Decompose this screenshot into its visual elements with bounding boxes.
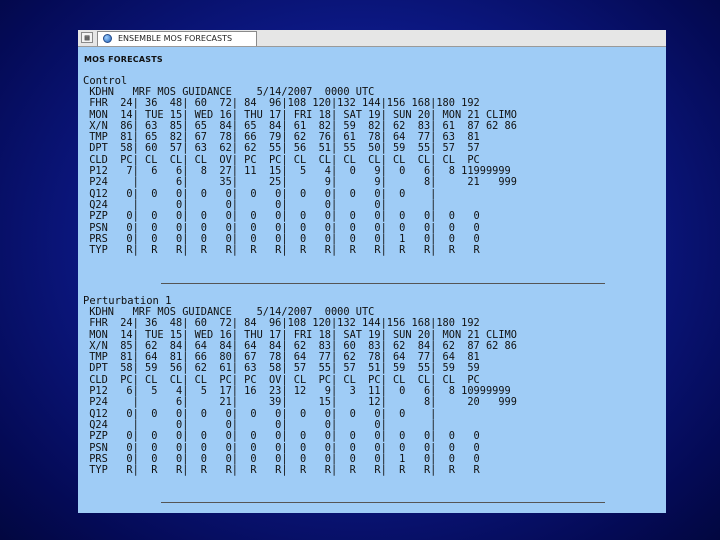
section-perturbation-1: Perturbation 1 KDHN MRF MOS GUIDANCE 5/1… — [83, 295, 517, 476]
tab-bar: ▦ ENSEMBLE MOS FORECASTS — [78, 30, 666, 47]
mos-line: FHR 24| 36 48| 60 72| 84 96|108 120|132 … — [83, 97, 480, 110]
mos-table: KDHN MRF MOS GUIDANCE 5/14/2007 0000 UTC… — [83, 306, 517, 477]
mos-line: CLD PC| CL CL| CL OV| PC PC| CL CL| CL C… — [83, 153, 480, 166]
page-header: MOS FORECASTS — [84, 55, 163, 64]
mos-line: P12 7| 6 6| 8 27| 11 15| 5 4| 0 9| 0 6| … — [83, 165, 511, 178]
tab-label: ENSEMBLE MOS FORECASTS — [118, 34, 233, 43]
divider — [161, 283, 605, 284]
mos-table: KDHN MRF MOS GUIDANCE 5/14/2007 0000 UTC… — [83, 86, 517, 257]
mos-line: DPT 58| 59 56| 62 61| 63 58| 57 55| 57 5… — [83, 362, 480, 375]
mos-line: P12 6| 5 4| 5 17| 16 23| 12 9| 3 11| 0 6… — [83, 385, 511, 398]
mos-line: P24 | 6| 21| 39| 15| 12| 8| 20 999 — [83, 396, 517, 409]
mos-line: PZP 0| 0 0| 0 0| 0 0| 0 0| 0 0| 0 0| 0 0 — [83, 210, 480, 223]
divider — [161, 502, 605, 503]
section-control: Control KDHN MRF MOS GUIDANCE 5/14/2007 … — [83, 75, 517, 256]
mos-line: TYP R| R R| R R| R R| R R| R R| R R| R R — [83, 464, 480, 477]
mos-line: KDHN MRF MOS GUIDANCE 5/14/2007 0000 UTC — [83, 86, 375, 98]
mos-line: MON 14| TUE 15| WED 16| THU 17| FRI 18| … — [83, 328, 517, 341]
globe-icon — [103, 34, 112, 43]
mos-line: Q24 | 0| 0| 0| 0| 0| | — [83, 198, 437, 211]
mos-line: TYP R| R R| R R| R R| R R| R R| R R| R R — [83, 244, 480, 257]
mos-line: PSN 0| 0 0| 0 0| 0 0| 0 0| 0 0| 0 0| 0 0 — [83, 221, 480, 234]
browser-window: ▦ ENSEMBLE MOS FORECASTS MOS FORECASTS C… — [78, 30, 666, 513]
mos-line: Q12 0| 0 0| 0 0| 0 0| 0 0| 0 0| 0 | — [83, 187, 437, 200]
mos-line: CLD PC| CL CL| CL PC| PC OV| CL PC| CL P… — [83, 373, 480, 386]
mos-line: PZP 0| 0 0| 0 0| 0 0| 0 0| 0 0| 0 0| 0 0 — [83, 430, 480, 443]
mos-line: MON 14| TUE 15| WED 16| THU 17| FRI 18| … — [83, 108, 517, 121]
mos-line: DPT 58| 60 57| 63 62| 62 55| 56 51| 55 5… — [83, 142, 480, 155]
mos-line: FHR 24| 36 48| 60 72| 84 96|108 120|132 … — [83, 317, 480, 330]
mos-line: P24 | 6| 35| 25| 9| 9| 8| 21 999 — [83, 176, 517, 189]
page-icon[interactable]: ▦ — [81, 32, 93, 43]
mos-line: KDHN MRF MOS GUIDANCE 5/14/2007 0000 UTC — [83, 306, 375, 318]
tab-ensemble-mos[interactable]: ENSEMBLE MOS FORECASTS — [97, 31, 257, 46]
mos-line: TMP 81| 65 82| 67 78| 66 79| 62 76| 61 7… — [83, 131, 480, 144]
page-content[interactable]: MOS FORECASTS Control KDHN MRF MOS GUIDA… — [78, 47, 666, 513]
mos-line: X/N 86| 63 85| 65 84| 65 84| 61 82| 59 8… — [83, 119, 517, 132]
mos-line: PSN 0| 0 0| 0 0| 0 0| 0 0| 0 0| 0 0| 0 0 — [83, 441, 480, 454]
mos-line: X/N 85| 62 84| 64 84| 64 84| 62 83| 60 8… — [83, 339, 517, 352]
mos-line: PRS 0| 0 0| 0 0| 0 0| 0 0| 0 0| 1 0| 0 0 — [83, 232, 480, 245]
mos-line: TMP 81| 64 81| 66 80| 67 78| 64 77| 62 7… — [83, 351, 480, 364]
mos-line: Q24 | 0| 0| 0| 0| 0| | — [83, 418, 437, 431]
mos-line: PRS 0| 0 0| 0 0| 0 0| 0 0| 0 0| 1 0| 0 0 — [83, 452, 480, 465]
mos-line: Q12 0| 0 0| 0 0| 0 0| 0 0| 0 0| 0 | — [83, 407, 437, 420]
